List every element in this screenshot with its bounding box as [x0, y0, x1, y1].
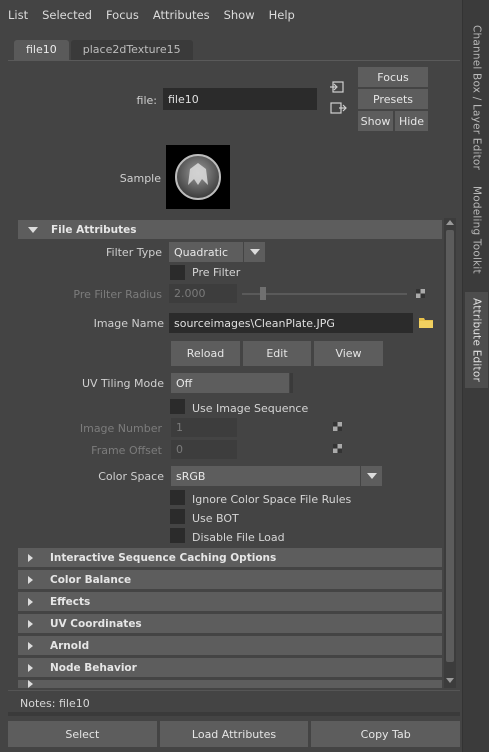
tab-file10[interactable]: file10	[14, 40, 69, 60]
pre-filter-radius-slider[interactable]	[242, 293, 407, 295]
section-node-behavior[interactable]: Node Behavior	[18, 658, 442, 677]
scroll-thumb[interactable]	[446, 230, 454, 662]
image-name-label: Image Name	[93, 317, 164, 330]
color-space-dropdown[interactable]: sRGB	[171, 466, 382, 486]
tab-place2dtexture15[interactable]: place2dTexture15	[70, 40, 193, 60]
scroll-up-icon[interactable]	[446, 220, 454, 225]
sample-swatch	[166, 145, 230, 209]
collapsed-arrow-icon	[28, 619, 33, 628]
section-title: Arnold	[50, 639, 90, 652]
tab-modeling-toolkit[interactable]: Modeling Toolkit	[465, 180, 488, 280]
color-space-label: Color Space	[98, 470, 164, 483]
node-name-field[interactable]: file10	[163, 88, 317, 110]
uv-tiling-mode-value: Off	[176, 376, 193, 390]
focus-button[interactable]: Focus	[358, 67, 428, 87]
menu-attributes[interactable]: Attributes	[153, 8, 210, 22]
file-label: file:	[136, 94, 157, 107]
collapsed-arrow-icon	[28, 641, 33, 650]
section-title: Node Behavior	[50, 661, 137, 674]
texture-node-icon	[175, 154, 221, 200]
menu-focus[interactable]: Focus	[106, 8, 139, 22]
collapsed-arrow-icon	[28, 680, 33, 688]
menu-help[interactable]: Help	[269, 8, 295, 22]
output-connection-icon[interactable]	[329, 101, 347, 115]
copy-tab-button[interactable]: Copy Tab	[311, 721, 461, 747]
tab-channel-box[interactable]: Channel Box / Layer Editor	[465, 14, 488, 182]
section-title: UV Coordinates	[50, 617, 142, 630]
menu-selected[interactable]: Selected	[42, 8, 92, 22]
filter-type-dropdown[interactable]: Quadratic	[169, 242, 265, 262]
bottom-button-bar: Select Load Attributes Copy Tab	[8, 721, 461, 747]
section-title: Color Balance	[50, 573, 132, 586]
use-image-sequence-label: Use Image Sequence	[192, 402, 309, 415]
edit-button[interactable]: Edit	[243, 341, 311, 366]
pre-filter-radius-label: Pre Filter Radius	[73, 288, 162, 301]
filter-type-label: Filter Type	[105, 246, 162, 259]
frame-offset-field[interactable]: 0	[171, 440, 237, 459]
scroll-down-icon[interactable]	[446, 678, 454, 683]
uv-tiling-mode-dropdown[interactable]: Off	[171, 373, 289, 393]
folder-icon[interactable]	[418, 316, 434, 329]
expanded-arrow-icon	[28, 226, 38, 233]
notes-resize-handle[interactable]	[8, 712, 460, 716]
notes-divider	[8, 690, 460, 691]
reload-button[interactable]: Reload	[171, 341, 240, 366]
color-space-value: sRGB	[176, 469, 206, 483]
select-button[interactable]: Select	[8, 721, 157, 747]
section-title: Effects	[50, 595, 91, 608]
collapsed-arrow-icon	[28, 553, 33, 562]
dropdown-edge	[290, 373, 293, 393]
presets-button[interactable]: Presets	[358, 89, 428, 109]
frame-offset-label: Frame Offset	[91, 444, 162, 457]
pre-filter-radius-field[interactable]: 2.000	[169, 284, 237, 303]
section-title: Interactive Sequence Caching Options	[50, 551, 277, 564]
slider-handle[interactable]	[260, 287, 266, 300]
use-image-sequence-checkbox[interactable]	[170, 399, 185, 414]
collapsed-arrow-icon	[28, 597, 33, 606]
map-button-icon[interactable]	[333, 422, 342, 431]
view-button[interactable]: View	[314, 341, 383, 366]
panel-scrollbar[interactable]	[444, 218, 456, 688]
section-uv-coordinates[interactable]: UV Coordinates	[18, 614, 442, 633]
input-connection-icon[interactable]	[329, 80, 347, 94]
section-file-attributes[interactable]: File Attributes	[18, 220, 442, 239]
section-partial[interactable]	[18, 680, 442, 688]
tab-divider	[8, 60, 460, 61]
use-bot-label: Use BOT	[192, 512, 239, 525]
notes-label: Notes: file10	[20, 697, 90, 710]
load-attributes-button[interactable]: Load Attributes	[159, 721, 309, 747]
use-bot-checkbox[interactable]	[170, 509, 185, 524]
section-arnold[interactable]: Arnold	[18, 636, 442, 655]
section-color-balance[interactable]: Color Balance	[18, 570, 442, 589]
filter-type-value: Quadratic	[174, 245, 229, 259]
menu-show[interactable]: Show	[224, 8, 255, 22]
map-button-icon[interactable]	[333, 444, 342, 453]
collapsed-arrow-icon	[28, 575, 33, 584]
image-number-label: Image Number	[79, 422, 162, 435]
ignore-color-space-rules-checkbox[interactable]	[170, 490, 185, 505]
node-tabs: file10 place2dTexture15	[14, 40, 195, 60]
pre-filter-checkbox[interactable]	[170, 265, 185, 280]
section-title: File Attributes	[51, 223, 137, 236]
tab-attribute-editor[interactable]: Attribute Editor	[465, 292, 488, 388]
menu-bar: List Selected Focus Attributes Show Help	[0, 0, 462, 30]
ignore-color-space-rules-label: Ignore Color Space File Rules	[192, 493, 352, 506]
collapsed-arrow-icon	[28, 663, 33, 672]
sample-label: Sample	[119, 172, 161, 185]
show-button[interactable]: Show	[358, 111, 393, 131]
section-interactive-sequence-caching[interactable]: Interactive Sequence Caching Options	[18, 548, 442, 567]
disable-file-load-label: Disable File Load	[192, 531, 285, 544]
menu-list[interactable]: List	[8, 8, 28, 22]
map-button-icon[interactable]	[416, 289, 425, 298]
section-effects[interactable]: Effects	[18, 592, 442, 611]
image-name-field[interactable]: sourceimages\CleanPlate.JPG	[169, 313, 413, 333]
image-number-field[interactable]: 1	[171, 418, 237, 437]
uv-tiling-mode-label: UV Tiling Mode	[81, 377, 164, 390]
disable-file-load-checkbox[interactable]	[170, 528, 185, 543]
dropdown-arrow-icon	[360, 466, 382, 486]
hide-button[interactable]: Hide	[395, 111, 428, 131]
dropdown-arrow-icon	[243, 242, 265, 262]
side-tab-strip: Channel Box / Layer Editor Modeling Tool…	[462, 0, 489, 752]
pre-filter-label: Pre Filter	[192, 266, 241, 279]
